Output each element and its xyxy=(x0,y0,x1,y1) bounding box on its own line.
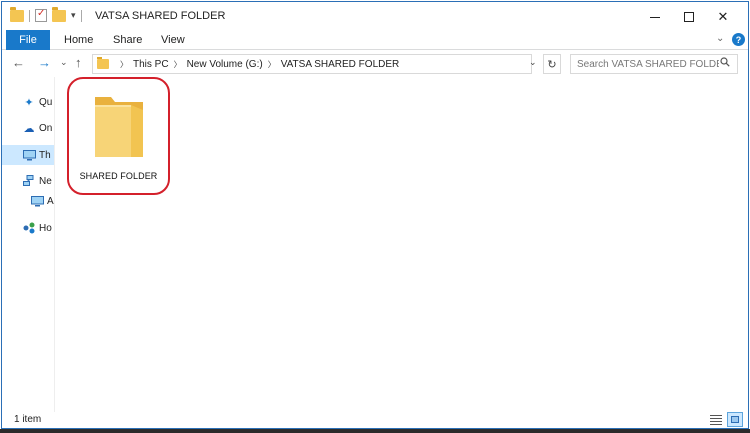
breadcrumb-this-pc[interactable]: This PC xyxy=(133,59,169,70)
computer-icon xyxy=(22,148,36,162)
nav-item-this-pc[interactable]: Th xyxy=(22,147,51,163)
large-icons-view-icon[interactable] xyxy=(727,412,743,427)
breadcrumb-current-folder[interactable]: VATSA SHARED FOLDER xyxy=(281,59,400,70)
nav-item-label: A xyxy=(47,195,54,207)
back-arrow-icon[interactable]: ← xyxy=(12,55,25,70)
close-icon: ✕ xyxy=(717,9,729,24)
nav-item-label: Ne xyxy=(39,175,52,187)
up-arrow-icon[interactable]: ↑ xyxy=(75,55,82,70)
nav-item-label: On xyxy=(39,122,53,134)
properties-icon[interactable] xyxy=(35,8,47,22)
cloud-icon: ☁ xyxy=(23,122,35,135)
toolbar-separator xyxy=(80,9,82,22)
forward-arrow-icon[interactable]: → xyxy=(38,55,51,70)
homegroup-icon xyxy=(22,221,36,235)
tab-share[interactable]: Share xyxy=(113,30,142,50)
folder-name: SHARED FOLDER xyxy=(79,171,158,181)
ribbon-tabs: File Home Share View ⌄ ? xyxy=(2,30,748,50)
breadcrumb-new-volume[interactable]: New Volume (G:) xyxy=(187,59,263,70)
nav-item-label: Ho xyxy=(39,222,52,234)
toolbar-separator xyxy=(29,9,30,22)
nav-item-label: Th xyxy=(39,149,51,161)
tab-file[interactable]: File xyxy=(6,30,50,50)
folder-item-shared-folder[interactable]: SHARED FOLDER xyxy=(67,77,170,195)
pin-icon: ✦ xyxy=(24,96,34,109)
navigation-pane: ✦ Qu ☁ On Th Ne A Ho xyxy=(2,77,55,413)
navigation-bar: ← → ⌄ ↑ 〉 This PC 〉 New Volume (G:) 〉 VA… xyxy=(2,51,748,77)
expand-ribbon-icon[interactable]: ⌄ xyxy=(716,33,724,44)
maximize-icon xyxy=(684,12,694,22)
tab-home[interactable]: Home xyxy=(64,30,93,50)
search-icon[interactable] xyxy=(720,57,730,67)
details-view-icon[interactable] xyxy=(710,414,722,426)
address-dropdown-icon[interactable]: ⌄ xyxy=(529,57,537,68)
tab-view[interactable]: View xyxy=(161,30,185,50)
recent-locations-icon[interactable]: ⌄ xyxy=(60,57,68,68)
folder-icon xyxy=(94,97,143,157)
refresh-icon: ↻ xyxy=(547,58,557,71)
close-button[interactable]: ✕ xyxy=(700,2,746,32)
address-bar[interactable]: 〉 This PC 〉 New Volume (G:) 〉 VATSA SHAR… xyxy=(92,54,532,74)
folder-icon[interactable] xyxy=(10,6,24,22)
network-icon xyxy=(22,174,36,188)
search-input[interactable] xyxy=(570,54,738,74)
minimize-icon xyxy=(650,16,660,18)
window-edge xyxy=(0,429,750,433)
nav-item-label: Qu xyxy=(39,96,53,108)
chevron-right-icon[interactable]: 〉 xyxy=(174,59,182,70)
refresh-button[interactable]: ↻ xyxy=(543,54,561,74)
chevron-right-icon[interactable]: 〉 xyxy=(120,59,128,70)
nav-item-network-computer[interactable]: A xyxy=(30,193,54,209)
file-list-area[interactable]: SHARED FOLDER xyxy=(56,77,748,413)
title-bar: ▾ VATSA SHARED FOLDER ✕ xyxy=(2,2,748,32)
item-count: 1 item xyxy=(14,414,42,425)
new-folder-icon[interactable] xyxy=(52,6,66,22)
nav-item-onedrive[interactable]: ☁ On xyxy=(22,120,53,136)
chevron-right-icon[interactable]: 〉 xyxy=(268,59,276,70)
computer-icon xyxy=(30,194,44,208)
window-title: VATSA SHARED FOLDER xyxy=(95,10,226,22)
status-bar: 1 item xyxy=(2,412,748,428)
nav-item-homegroup[interactable]: Ho xyxy=(22,220,52,236)
nav-item-quick-access[interactable]: ✦ Qu xyxy=(22,94,52,110)
explorer-window: ▾ VATSA SHARED FOLDER ✕ File Home Share … xyxy=(1,1,749,429)
help-icon[interactable]: ? xyxy=(732,33,745,46)
customize-toolbar-icon[interactable]: ▾ xyxy=(71,10,76,21)
folder-icon xyxy=(97,57,109,69)
quick-access-toolbar: ▾ xyxy=(10,6,82,22)
nav-item-network[interactable]: Ne xyxy=(22,173,52,189)
